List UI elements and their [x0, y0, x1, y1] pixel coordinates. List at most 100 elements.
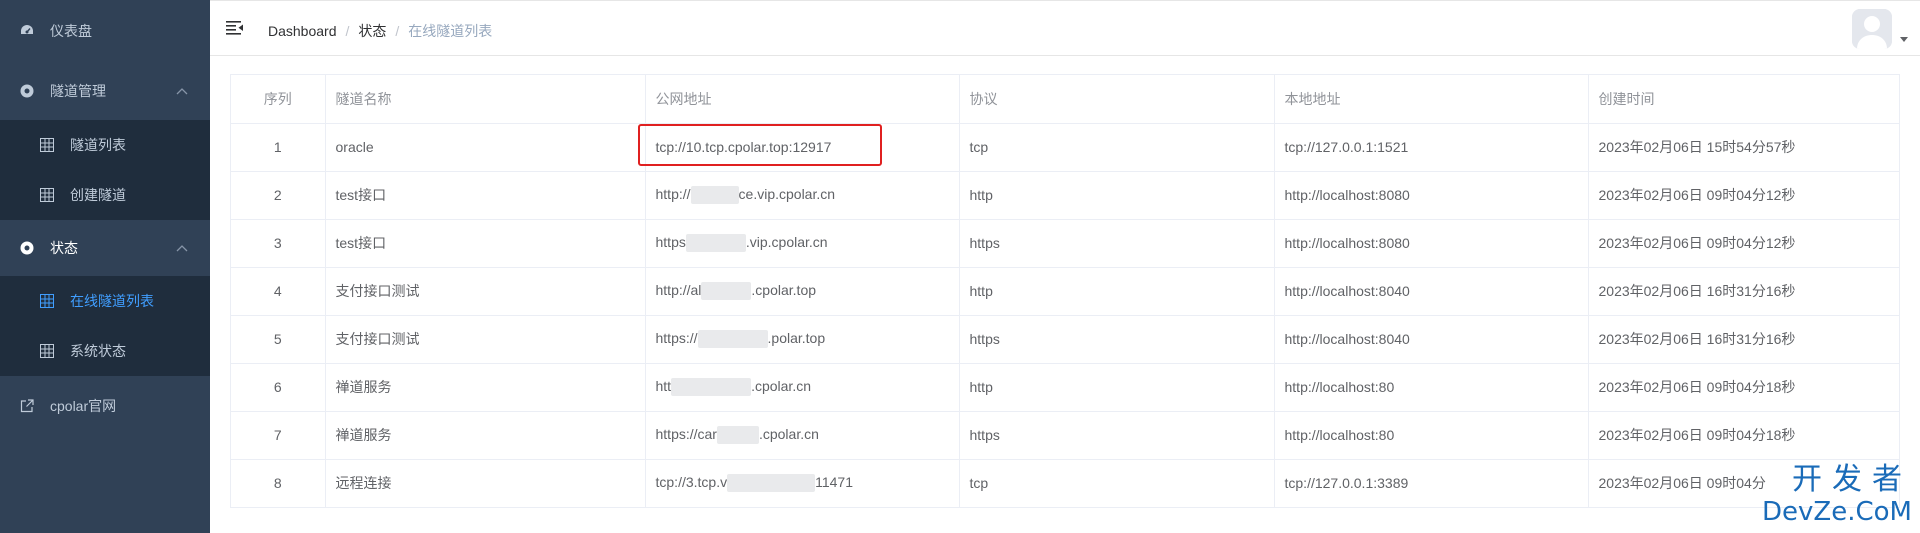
sidebar-item-tunnel-list[interactable]: 隧道列表 [0, 120, 210, 170]
tunnel-table: 序列 隧道名称 公网地址 协议 本地地址 创建时间 1 oracle tcp://1… [230, 74, 1900, 508]
public-address-prefix: http://al [655, 281, 702, 298]
caret-down-icon[interactable] [1900, 37, 1908, 43]
breadcrumb-separator: / [395, 23, 400, 39]
redacted-blur [697, 330, 768, 349]
cell-seq: 7 [231, 411, 326, 460]
public-address-suffix: .polar.top [767, 329, 826, 346]
sidebar-item-online-tunnel-list[interactable]: 在线隧道列表 [0, 276, 210, 326]
redacted-blur [690, 186, 739, 205]
public-address-prefix: htt [655, 377, 672, 394]
sidebar-item-label: 在线隧道列表 [70, 293, 154, 309]
cell-local-address: http://localhost:80 [1274, 411, 1589, 460]
column-header-name: 隧道名称 [325, 75, 646, 124]
cell-public-address: http://al .cpolar.top [645, 267, 960, 316]
redacted-blur [716, 426, 759, 445]
cell-public-address: htt .cpolar.cn [645, 363, 960, 412]
public-address-suffix: 11471 [815, 474, 853, 491]
column-header-local-address: 本地地址 [1274, 75, 1589, 124]
cell-created-time: 2023年02月06日 16时31分16秒 [1588, 315, 1899, 364]
sidebar-item-status[interactable]: 状态 [0, 220, 210, 276]
sidebar-item-label: 创建隧道 [70, 187, 126, 203]
cell-protocol: tcp [959, 459, 1275, 507]
cell-name: 远程连接 [325, 459, 646, 507]
public-address-prefix: https://car [655, 425, 717, 442]
cell-public-address: https:// .polar.top [645, 315, 960, 364]
table-row: 3 test接口 https .vip.cpolar.cn https http://lo… [231, 219, 1899, 268]
breadcrumb-current: 在线隧道列表 [408, 23, 493, 39]
cell-seq: 1 [231, 123, 326, 172]
external-link-icon [20, 399, 34, 413]
cell-seq: 3 [231, 219, 326, 268]
cell-seq: 4 [231, 267, 326, 316]
public-address-prefix: tcp://3.tcp.v [655, 474, 728, 491]
column-header-seq: 序列 [231, 75, 326, 124]
cell-seq: 2 [231, 171, 326, 220]
cell-public-address: http:// ce.vip.cpolar.cn [645, 171, 960, 220]
cell-created-time: 2023年02月06日 09时04分18秒 [1588, 363, 1899, 412]
cell-protocol: http [959, 171, 1275, 220]
tunnel-manage-icon [20, 84, 34, 98]
cell-protocol: https [959, 315, 1275, 364]
cell-created-time: 2023年02月06日 15时54分57秒 [1588, 123, 1899, 172]
public-address-suffix: .cpolar.top [751, 281, 817, 298]
highlight-box [638, 124, 882, 166]
breadcrumb-dashboard[interactable]: Dashboard [268, 23, 337, 39]
grid-icon [40, 294, 54, 308]
sidebar-item-label: 状态 [50, 240, 78, 256]
cell-public-address: tcp://3.tcp.v 11471 [645, 459, 960, 507]
cell-public-address: https .vip.cpolar.cn [645, 219, 960, 268]
column-header-protocol: 协议 [959, 75, 1275, 124]
column-header-public-address: 公网地址 [645, 75, 960, 124]
public-address-suffix: .cpolar.cn [758, 425, 819, 442]
table-row: 2 test接口 http:// ce.vip.cpolar.cn http http:/… [231, 171, 1899, 220]
sidebar-item-tunnel-manage[interactable]: 隧道管理 [0, 62, 210, 120]
cell-protocol: https [959, 411, 1275, 460]
avatar[interactable] [1852, 9, 1892, 49]
watermark-cn: 开发者 [1792, 462, 1912, 497]
cell-created-time: 2023年02月06日 16时31分16秒 [1588, 267, 1899, 316]
chevron-up-icon [176, 245, 188, 252]
grid-icon [40, 344, 54, 358]
public-address-prefix: https:// [655, 329, 698, 346]
cell-local-address: http://localhost:8040 [1274, 267, 1589, 316]
sidebar-item-cpolar-site[interactable]: cpolar官网 [0, 376, 210, 436]
sidebar-item-create-tunnel[interactable]: 创建隧道 [0, 170, 210, 220]
public-address-prefix: http:// [655, 185, 691, 202]
cell-protocol: http [959, 267, 1275, 316]
redacted-blur [727, 474, 816, 493]
table-row: 4 支付接口测试 http://al .cpolar.top http http://lo… [231, 267, 1899, 316]
grid-icon [40, 138, 54, 152]
dashboard-icon [20, 24, 34, 38]
status-icon [20, 241, 34, 255]
public-address-suffix: .vip.cpolar.cn [745, 233, 828, 250]
public-address-suffix: .cpolar.cn [751, 377, 812, 394]
cell-created-time: 2023年02月06日 09时04分12秒 [1588, 171, 1899, 220]
sidebar-item-system-status[interactable]: 系统状态 [0, 326, 210, 376]
breadcrumb-status: 状态 [358, 23, 387, 39]
sidebar-item-label: 隧道列表 [70, 137, 126, 153]
cell-protocol: tcp [959, 123, 1275, 172]
sidebar-item-dashboard[interactable]: 仪表盘 [0, 0, 210, 62]
redacted-blur [685, 234, 746, 253]
watermark: 开发者 DevZe.CoM [1762, 462, 1912, 527]
cell-name: 支付接口测试 [325, 267, 646, 316]
sidebar-item-label: 隧道管理 [50, 83, 106, 99]
cell-seq: 8 [231, 459, 326, 507]
redacted-blur [671, 378, 752, 397]
table-row: 7 禅道服务 https://car .cpolar.cn https http://lo… [231, 411, 1899, 460]
cell-local-address: http://localhost:8040 [1274, 315, 1589, 364]
watermark-en: DevZe.CoM [1762, 497, 1912, 527]
sidebar-item-label: 仪表盘 [50, 23, 92, 39]
cell-local-address: tcp://127.0.0.1:3389 [1274, 459, 1589, 507]
cell-name: test接口 [325, 171, 646, 220]
top-navbar: Dashboard / 状态 / 在线隧道列表 [210, 0, 1920, 56]
table-row: 8 远程连接 tcp://3.tcp.v 11471 tcp tcp://127.0.0.… [231, 459, 1899, 507]
hamburger-icon[interactable] [226, 20, 244, 36]
public-address-suffix: ce.vip.cpolar.cn [738, 185, 836, 202]
user-avatar-icon [1852, 9, 1892, 49]
cell-local-address: http://localhost:80 [1274, 363, 1589, 412]
table-header-row: 序列 隧道名称 公网地址 协议 本地地址 创建时间 [231, 75, 1899, 124]
breadcrumb-separator: / [345, 23, 350, 39]
cell-public-address: https://car .cpolar.cn [645, 411, 960, 460]
cell-created-time: 2023年02月06日 09时04分12秒 [1588, 219, 1899, 268]
